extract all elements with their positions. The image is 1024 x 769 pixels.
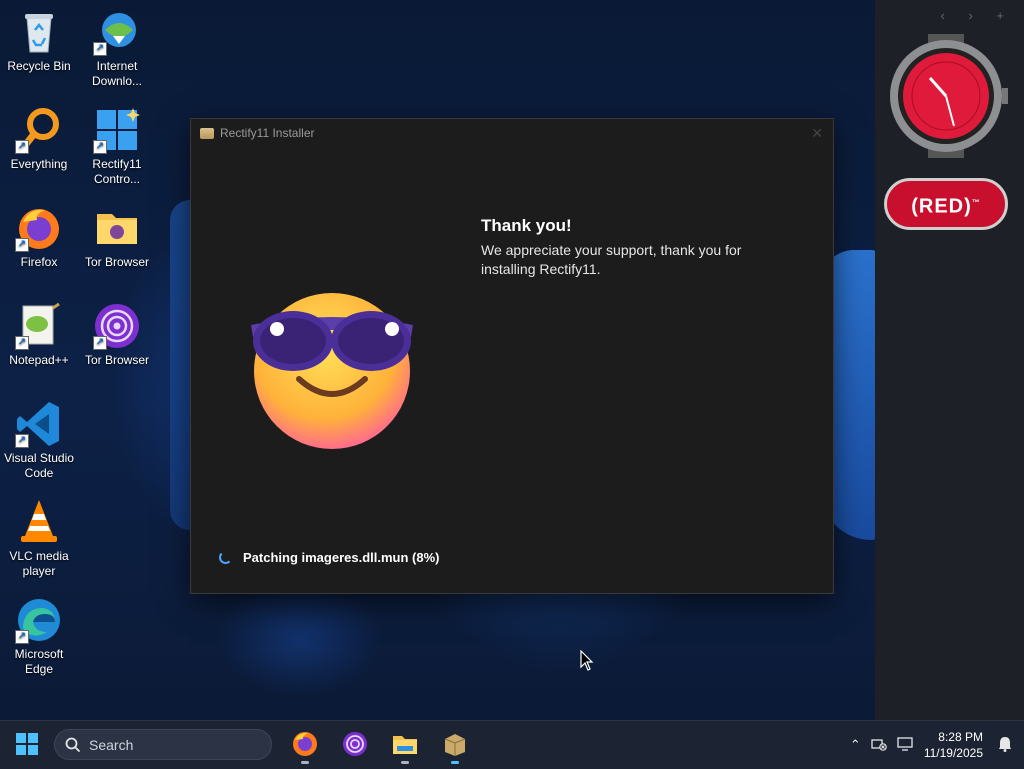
- taskbar-firefox[interactable]: [291, 730, 319, 764]
- loading-spinner-icon: [219, 551, 232, 564]
- folder-icon: [93, 204, 141, 252]
- trademark-mark: ™: [971, 198, 981, 207]
- notification-bell-icon[interactable]: [998, 736, 1012, 755]
- desktop-icon-label: VLC media player: [9, 549, 69, 578]
- shortcut-arrow-icon: ↗: [15, 336, 29, 350]
- vscode-icon: ↗: [15, 400, 63, 448]
- edge-icon: ↗: [15, 596, 63, 644]
- installer-titlebar[interactable]: Rectify11 Installer ✕: [191, 119, 833, 147]
- clock[interactable]: 8:28 PM 11/19/2025: [924, 729, 983, 761]
- network-disconnected-icon[interactable]: [871, 737, 887, 754]
- chevron-up-icon[interactable]: ⌃: [850, 737, 861, 753]
- desktop-icon-visual-studio-code[interactable]: ↗ Visual Studio Code: [0, 400, 78, 481]
- shortcut-arrow-icon: ↗: [93, 42, 107, 56]
- windows-logo-icon: ↗: [93, 106, 141, 154]
- folder-icon: [393, 736, 417, 754]
- desktop-icon-internet-download-manager[interactable]: ↗ Internet Downlo...: [78, 8, 156, 89]
- mouse-cursor-icon: [580, 649, 594, 672]
- desktop-icon-tor-browser[interactable]: ↗ Tor Browser: [78, 302, 156, 368]
- taskbar-search[interactable]: Search: [54, 729, 272, 760]
- red-badge-text: (RED): [911, 195, 972, 218]
- desktop-icon-vlc[interactable]: VLC media player: [0, 498, 78, 579]
- notepad-plus-plus-icon: ↗: [15, 302, 63, 350]
- desktop-icon-label: Notepad++: [9, 353, 69, 367]
- shortcut-arrow-icon: ↗: [15, 434, 29, 448]
- desktop-icon-label: Internet Downlo...: [91, 59, 143, 88]
- desktop-icon-label: Everything: [10, 157, 68, 171]
- shortcut-arrow-icon: ↗: [15, 238, 29, 252]
- install-status: Patching imageres.dll.mun (8%): [219, 550, 440, 565]
- taskbar: Search ⌃ 8:28 PM 11/19/2025: [0, 720, 1024, 769]
- installer-box-icon: [444, 734, 466, 756]
- globe-download-icon: ↗: [93, 8, 141, 56]
- desktop-icon-everything[interactable]: ↗ Everything: [0, 106, 78, 172]
- start-button[interactable]: [16, 733, 38, 755]
- desktop-icon-label: Microsoft Edge: [14, 647, 64, 676]
- installer-title: Rectify11 Installer: [220, 126, 315, 140]
- taskbar-file-explorer[interactable]: [391, 730, 419, 764]
- clock-date: 11/19/2025: [923, 746, 983, 760]
- shortcut-arrow-icon: ↗: [15, 140, 29, 154]
- gadget-nav[interactable]: ‹ › +: [941, 8, 1014, 23]
- tor-browser-icon: ↗: [93, 302, 141, 350]
- desktop-icon-tor-browser-folder[interactable]: Tor Browser: [78, 204, 156, 270]
- desktop-icon-label: Tor Browser: [84, 255, 149, 269]
- search-placeholder: Search: [89, 736, 134, 753]
- status-text: Patching imageres.dll.mun (8%): [243, 550, 440, 565]
- close-icon[interactable]: ✕: [811, 125, 823, 142]
- shortcut-arrow-icon: ↗: [93, 140, 107, 154]
- active-indicator: [451, 761, 459, 764]
- tor-browser-icon: [343, 732, 367, 756]
- running-indicator: [301, 761, 309, 764]
- monitor-icon[interactable]: [897, 736, 913, 754]
- system-tray: ⌃ 8:28 PM 11/19/2025: [845, 721, 1024, 769]
- thank-you-heading: Thank you!: [481, 216, 572, 235]
- thank-you-message: We appreciate your support, thank you fo…: [481, 242, 742, 277]
- watch-gadget[interactable]: [884, 34, 1008, 158]
- vlc-cone-icon: [15, 498, 63, 546]
- desktop-icon-label: Rectify11 Contro...: [92, 157, 142, 186]
- desktop-icon-recycle-bin[interactable]: Recycle Bin: [0, 8, 78, 74]
- installer-box-icon: [200, 127, 214, 139]
- firefox-icon: [293, 732, 317, 756]
- clock-time: 8:28 PM: [938, 730, 983, 744]
- firefox-icon: ↗: [15, 204, 63, 252]
- desktop-icon-label: Visual Studio Code: [4, 451, 74, 480]
- desktop-icon-label: Recycle Bin: [7, 59, 71, 73]
- shortcut-arrow-icon: ↗: [15, 630, 29, 644]
- desktop-icon-label: Firefox: [20, 255, 58, 269]
- windows-start-icon: [16, 733, 38, 755]
- desktop-icon-microsoft-edge[interactable]: ↗ Microsoft Edge: [0, 596, 78, 677]
- desktop-icon-firefox[interactable]: ↗ Firefox: [0, 204, 78, 270]
- recycle-bin-icon: [15, 8, 63, 56]
- running-indicator: [401, 761, 409, 764]
- desktop-icon-notepad-plus-plus[interactable]: ↗ Notepad++: [0, 302, 78, 368]
- search-icon: [65, 737, 81, 752]
- taskbar-installer[interactable]: [441, 730, 469, 764]
- desktop-icon-label: Tor Browser: [84, 353, 149, 367]
- sunglasses-emoji-icon: [247, 289, 417, 451]
- shortcut-arrow-icon: ↗: [93, 336, 107, 350]
- magnifier-icon: ↗: [15, 106, 63, 154]
- installer-window[interactable]: Rectify11 Installer ✕ Thank you! We appr…: [190, 118, 834, 594]
- taskbar-tor-browser[interactable]: [341, 730, 369, 758]
- red-badge-gadget[interactable]: (RED)™: [884, 178, 1008, 230]
- desktop-icon-rectify11-control[interactable]: ↗ Rectify11 Contro...: [78, 106, 156, 187]
